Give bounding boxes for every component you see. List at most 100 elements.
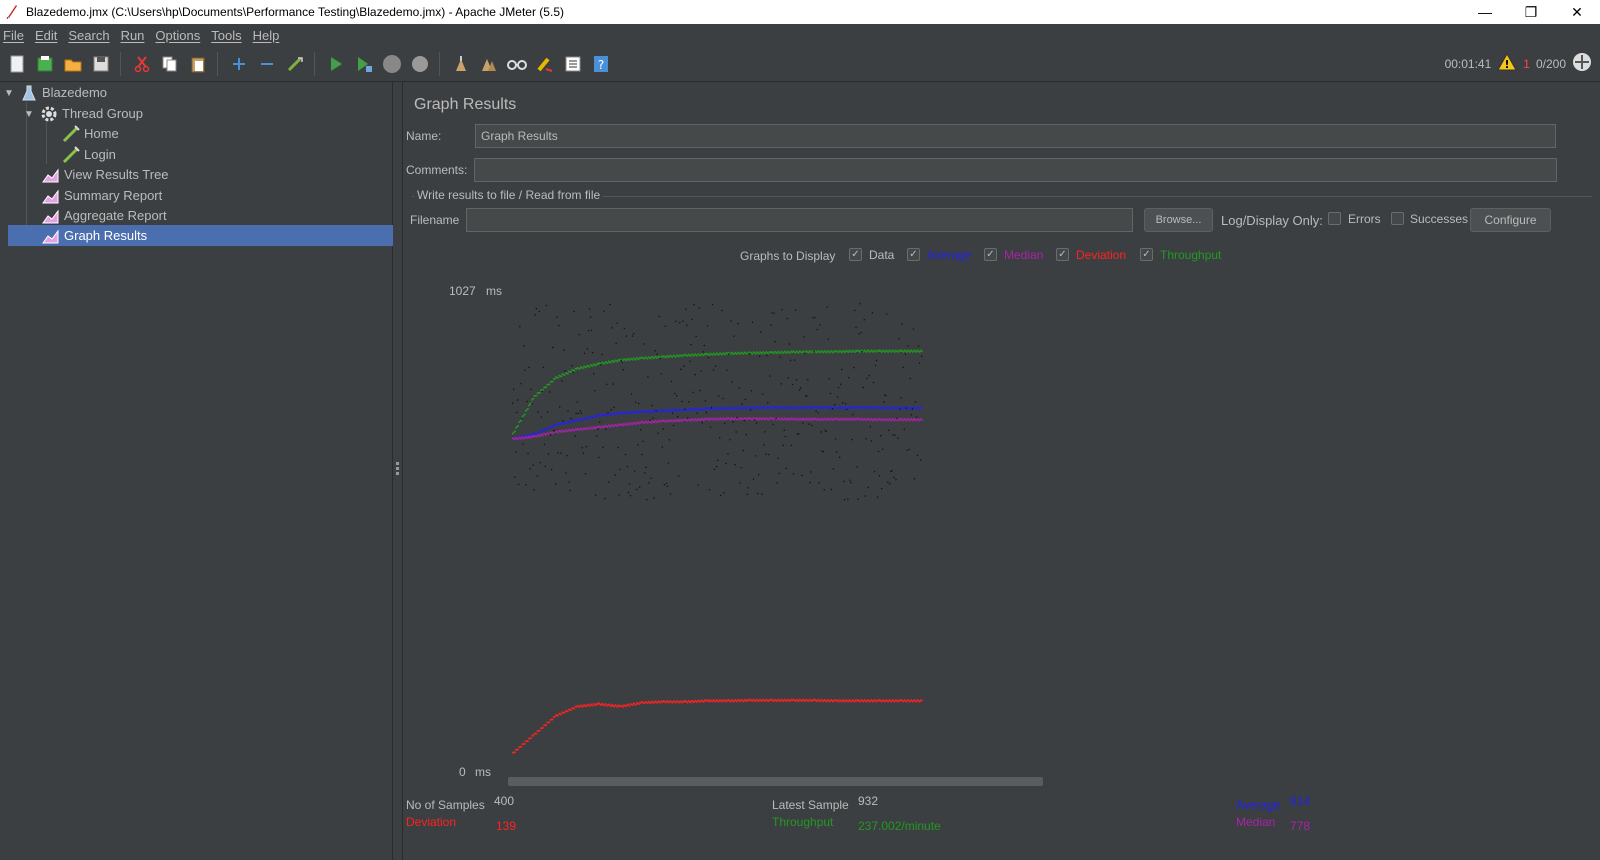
new-icon[interactable] xyxy=(6,53,28,75)
search-icon[interactable] xyxy=(506,53,528,75)
cut-icon[interactable] xyxy=(131,53,153,75)
data-point xyxy=(905,407,907,409)
series-point xyxy=(646,702,649,705)
warning-icon[interactable]: ! xyxy=(1497,52,1518,74)
data-point xyxy=(653,497,655,499)
remote-engine-icon[interactable] xyxy=(1572,52,1592,75)
data-point xyxy=(687,417,689,419)
menu-bar: File Edit Search Run Options Tools Help xyxy=(0,24,1600,46)
series-point xyxy=(872,407,874,410)
chevron-down-icon[interactable]: ▼ xyxy=(4,88,14,99)
minimize-button[interactable]: — xyxy=(1462,0,1508,24)
tree-item-aggregate-report[interactable]: Aggregate Report xyxy=(42,205,393,226)
data-point xyxy=(650,477,652,479)
series-point xyxy=(751,418,754,421)
data-point xyxy=(581,447,583,449)
series-point xyxy=(517,424,519,427)
data-point xyxy=(861,351,863,353)
data-point xyxy=(617,447,619,449)
close-button[interactable]: ✕ xyxy=(1554,0,1600,24)
average-checkbox[interactable]: ✓ xyxy=(907,248,920,261)
help-icon[interactable]: ? xyxy=(590,53,612,75)
copy-icon[interactable] xyxy=(159,53,181,75)
data-point xyxy=(771,312,773,314)
start-icon[interactable] xyxy=(325,53,347,75)
collapse-icon[interactable] xyxy=(256,53,278,75)
median-checkbox[interactable]: ✓ xyxy=(984,248,997,261)
series-point xyxy=(872,351,874,353)
data-point xyxy=(737,322,739,325)
tree-item-thread-group[interactable]: Thread Group xyxy=(40,103,393,124)
series-point xyxy=(560,713,563,716)
data-point xyxy=(645,466,647,468)
series-point xyxy=(678,410,680,412)
comments-label: Comments: xyxy=(406,163,468,177)
series-point xyxy=(786,352,788,354)
shutdown-icon[interactable] xyxy=(409,53,431,75)
save-icon[interactable] xyxy=(90,53,112,75)
series-point xyxy=(714,419,717,421)
maximize-button[interactable]: ❐ xyxy=(1508,0,1554,24)
errors-checkbox[interactable] xyxy=(1328,212,1341,225)
horizontal-scrollbar[interactable] xyxy=(508,777,1043,786)
deviation-checkbox[interactable]: ✓ xyxy=(1056,248,1069,261)
series-point xyxy=(557,377,559,379)
split-pane-divider[interactable] xyxy=(393,82,403,860)
expand-icon[interactable] xyxy=(228,53,250,75)
successes-checkbox[interactable] xyxy=(1391,212,1404,225)
toggle-icon[interactable] xyxy=(284,53,306,75)
data-point xyxy=(700,370,702,372)
data-point xyxy=(858,333,860,335)
filename-field[interactable] xyxy=(466,208,1133,232)
templates-icon[interactable] xyxy=(34,53,56,75)
menu-tools[interactable]: Tools xyxy=(207,28,248,43)
configure-button[interactable]: Configure xyxy=(1470,208,1551,232)
series-point xyxy=(869,700,871,703)
data-point xyxy=(719,437,721,439)
chevron-down-icon[interactable]: ▼ xyxy=(24,109,34,120)
open-icon[interactable] xyxy=(62,53,84,75)
data-point xyxy=(595,494,597,496)
test-plan-tree: ▼ Blazedemo ▼ Thread Group Home Login Vi… xyxy=(0,82,393,860)
series-point xyxy=(646,411,649,414)
menu-file[interactable]: File xyxy=(0,28,31,43)
menu-options[interactable]: Options xyxy=(151,28,207,43)
menu-run[interactable]: Run xyxy=(117,28,152,43)
data-point xyxy=(810,471,812,473)
data-point xyxy=(882,448,884,450)
data-point xyxy=(542,366,545,368)
series-point xyxy=(603,414,606,417)
data-point xyxy=(755,422,758,424)
series-point xyxy=(767,418,770,421)
average-value: 814 xyxy=(1290,794,1311,808)
function-helper-icon[interactable] xyxy=(562,53,584,75)
start-no-pause-icon[interactable] xyxy=(353,53,375,75)
name-field[interactable]: Graph Results xyxy=(475,124,1556,148)
comments-field[interactable] xyxy=(474,158,1557,182)
clear-all-icon[interactable] xyxy=(478,53,500,75)
menu-help[interactable]: Help xyxy=(249,28,287,43)
data-checkbox[interactable]: ✓ xyxy=(849,248,862,261)
stop-icon[interactable] xyxy=(381,53,403,75)
tree-item-summary-report[interactable]: Summary Report xyxy=(42,185,393,206)
tree-item-home[interactable]: Home xyxy=(62,123,393,144)
data-point xyxy=(784,435,786,438)
series-point xyxy=(724,700,727,703)
series-point xyxy=(520,438,523,440)
browse-button[interactable]: Browse... xyxy=(1144,208,1213,232)
series-point xyxy=(764,700,767,702)
tree-item-blazedemo[interactable]: Blazedemo xyxy=(20,82,393,103)
tree-item-login[interactable]: Login xyxy=(62,144,393,165)
tree-item-view-results-tree[interactable]: View Results Tree xyxy=(42,164,393,185)
tree-item-graph-results[interactable]: Graph Results xyxy=(8,225,393,246)
data-point xyxy=(565,472,567,474)
menu-edit[interactable]: Edit xyxy=(31,28,64,43)
reset-search-icon[interactable] xyxy=(534,53,556,75)
data-point xyxy=(850,481,852,484)
clear-icon[interactable] xyxy=(450,53,472,75)
paste-icon[interactable] xyxy=(187,53,209,75)
menu-search[interactable]: Search xyxy=(64,28,116,43)
throughput-checkbox[interactable]: ✓ xyxy=(1140,248,1153,261)
series-point xyxy=(643,358,646,360)
series-point xyxy=(681,420,683,422)
